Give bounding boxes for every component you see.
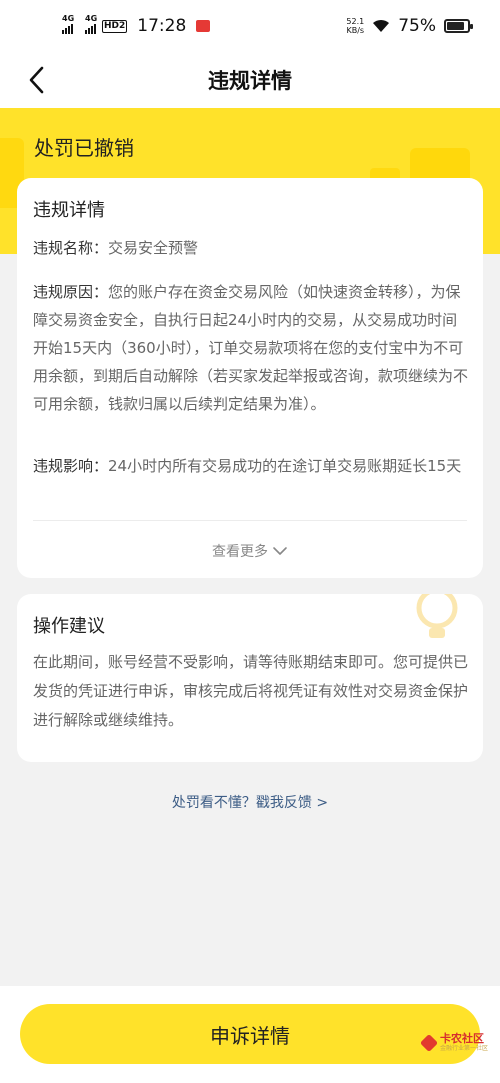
violation-reason-value: 您的账户存在资金交易风险（如快速资金转移），为保障交易资金安全，自执行日起24小…: [33, 283, 469, 413]
network-speed-unit: KB/s: [346, 26, 365, 35]
status-bar: 4G 4G HD2 17:28 52.1 KB/s 75%: [0, 0, 500, 52]
watermark-logo-icon: [419, 1033, 439, 1053]
see-more-button[interactable]: 查看更多: [17, 536, 483, 566]
feedback-link[interactable]: 处罚看不懂？戳我反馈 >: [0, 792, 500, 812]
status-bar-left: 4G 4G HD2 17:28: [62, 14, 211, 36]
back-button[interactable]: [18, 62, 54, 98]
page-title: 违规详情: [208, 69, 292, 93]
battery-icon: [444, 19, 473, 33]
hd-voice-badge: HD2: [102, 19, 128, 33]
violation-detail-card: 违规详情 违规名称：交易安全预警 违规原因：您的账户存在资金交易风险（如快速资金…: [17, 178, 483, 578]
appeal-details-button[interactable]: 申诉详情: [20, 1004, 480, 1064]
nav-bar: 违规详情: [0, 52, 500, 108]
network-speed-value: 52.1: [346, 17, 365, 26]
violation-reason: 违规原因：您的账户存在资金交易风险（如快速资金转移），为保障交易资金安全，自执行…: [33, 278, 469, 418]
violation-impact: 违规影响：24小时内所有交易成功的在途订单交易账期延长15天: [33, 452, 469, 480]
battery-percent: 75%: [398, 16, 436, 36]
divider: [33, 520, 467, 521]
watermark-main: 卡农社区: [439, 1032, 484, 1045]
network-speed: 52.1 KB/s: [346, 17, 364, 35]
wifi-icon: [373, 19, 390, 32]
violation-reason-label: 违规原因：: [33, 283, 109, 301]
card-title: 违规详情: [33, 200, 105, 221]
penalty-status-text: 处罚已撤销: [34, 136, 134, 160]
advice-card: 操作建议 在此期间，账号经营不受影响，请等待账期结束即可。您可提供已发货的凭证进…: [17, 594, 483, 762]
violation-impact-value: 24小时内所有交易成功的在途订单交易账期延长15天: [108, 457, 462, 475]
see-more-label: 查看更多: [212, 544, 268, 560]
watermark: 卡农社区 金融行业第一社区: [419, 1033, 488, 1053]
watermark-text: 卡农社区 金融行业第一社区: [440, 1033, 488, 1053]
lightbulb-icon: [416, 594, 458, 638]
network-type-label-2: 4G: [85, 14, 98, 23]
card-title: 操作建议: [33, 616, 105, 637]
chevron-down-icon: [273, 547, 287, 555]
app-notification-icon: [196, 20, 211, 32]
chevron-left-icon: [29, 66, 44, 94]
violation-name: 违规名称：交易安全预警: [33, 234, 469, 262]
advice-text: 在此期间，账号经营不受影响，请等待账期结束即可。您可提供已发货的凭证进行申诉，审…: [33, 653, 469, 729]
status-bar-right: 52.1 KB/s 75%: [346, 16, 473, 36]
violation-name-value: 交易安全预警: [108, 239, 199, 257]
network-type-label: 4G: [62, 14, 75, 23]
status-time: 17:28: [137, 16, 187, 36]
watermark-sub: 金融行业第一社区: [439, 1045, 488, 1052]
cellular-signal-icon-2: 4G: [85, 14, 97, 34]
bottom-bar: 申诉详情 卡农社区 金融行业第一社区: [0, 986, 500, 1083]
violation-impact-label: 违规影响：: [33, 457, 109, 475]
violation-name-label: 违规名称：: [33, 239, 109, 257]
cellular-signal-icon: 4G: [62, 14, 74, 34]
